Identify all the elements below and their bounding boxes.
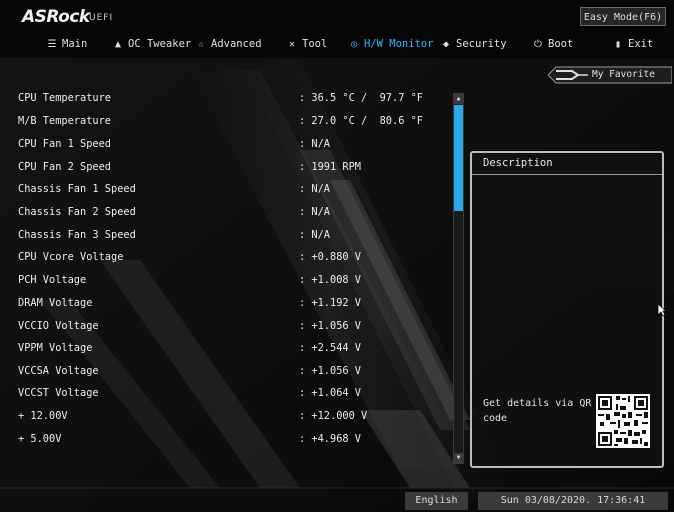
tab-exit[interactable]: ▮ Exit <box>612 34 653 54</box>
tab-label: Security <box>456 38 507 50</box>
item-value: : N/A <box>299 138 330 150</box>
list-item[interactable]: Chassis Fan 2 Speed : N/A <box>0 202 450 222</box>
item-value: : 1991 RPM <box>299 161 361 173</box>
main-tabs: ☰ Main ▲ OC Tweaker ☆ Advanced ✕ Tool ◎ H/W M… <box>0 34 674 54</box>
monitor-icon: ◎ <box>350 39 358 50</box>
top-bar: ASRock UEFI Easy Mode(F6) ☰ Main ▲ OC Twea… <box>0 0 674 64</box>
item-value: : +2.544 V <box>299 342 361 354</box>
list-item[interactable]: CPU Fan 1 Speed : N/A <box>0 134 450 154</box>
tab-label: Boot <box>548 38 574 50</box>
my-favorite-button[interactable]: My Favorite <box>548 66 672 84</box>
item-label: M/B Temperature <box>18 115 111 127</box>
language-button[interactable]: English <box>405 492 468 510</box>
item-value: : +1.056 V <box>299 320 361 332</box>
list-item[interactable]: VPPM Voltage : +2.544 V <box>0 338 450 358</box>
brand-subtitle: UEFI <box>89 13 114 23</box>
tab-label: Tool <box>302 38 328 50</box>
datetime-display: Sun 03/08/2020. 17:36:41 <box>478 492 668 510</box>
description-title: Description <box>483 157 553 169</box>
scrollbar-thumb[interactable] <box>454 105 463 211</box>
list-item[interactable]: Chassis Fan 3 Speed : N/A <box>0 225 450 245</box>
item-label: PCH Voltage <box>18 274 87 286</box>
description-text: Get details via QR code <box>483 398 592 424</box>
item-value: : +1.192 V <box>299 297 361 309</box>
list-item[interactable]: VCCIO Voltage : +1.056 V <box>0 316 450 336</box>
tab-label: Main <box>62 38 88 50</box>
tab-main[interactable]: ☰ Main <box>46 34 88 54</box>
tab-label: Advanced <box>211 38 262 50</box>
item-label: VCCIO Voltage <box>18 320 99 332</box>
mouse-pointer-icon <box>657 303 667 317</box>
list-item[interactable]: VCCSA Voltage : +1.056 V <box>0 361 450 381</box>
power-icon: ⏻ <box>534 39 542 50</box>
list-icon: ☰ <box>47 39 57 50</box>
brand-logo: ASRock <box>22 7 90 27</box>
item-label: Chassis Fan 1 Speed <box>18 183 136 195</box>
tool-icon: ✕ <box>288 39 296 50</box>
list-item[interactable]: + 5.00V : +4.968 V <box>0 429 450 449</box>
item-value: : +0.880 V <box>299 251 361 263</box>
list-item[interactable]: CPU Temperature : 36.5 °C / 97.7 °F <box>0 88 450 108</box>
scroll-up-icon[interactable]: ▲ <box>454 94 463 104</box>
item-value: : +1.008 V <box>299 274 361 286</box>
tab-boot[interactable]: ⏻ Boot <box>532 34 573 54</box>
exit-icon: ▮ <box>614 39 622 50</box>
description-header: Description <box>472 153 662 175</box>
list-scrollbar[interactable]: ▲ ▼ <box>453 93 464 464</box>
item-label: CPU Fan 1 Speed <box>18 138 111 150</box>
item-value: : 36.5 °C / 97.7 °F <box>299 92 423 104</box>
qr-code-icon <box>596 394 650 448</box>
item-label: VCCSA Voltage <box>18 365 99 377</box>
status-bar: English Sun 03/08/2020. 17:36:41 <box>0 488 674 512</box>
item-value: : +4.968 V <box>299 433 361 445</box>
scroll-down-icon[interactable]: ▼ <box>454 453 463 463</box>
tab-label: Exit <box>628 38 654 50</box>
star-icon: ☆ <box>197 39 205 50</box>
tab-advanced[interactable]: ☆ Advanced <box>195 34 262 54</box>
list-item[interactable]: M/B Temperature : 27.0 °C / 80.6 °F <box>0 111 450 131</box>
easy-mode-button[interactable]: Easy Mode(F6) <box>580 7 666 26</box>
list-item[interactable]: + 12.00V : +12.000 V <box>0 406 450 426</box>
item-value: : N/A <box>299 229 330 241</box>
my-favorite-label: My Favorite <box>592 69 655 80</box>
item-label: VCCST Voltage <box>18 387 99 399</box>
description-panel: Description Get details via QR code <box>470 151 664 468</box>
item-label: CPU Fan 2 Speed <box>18 161 111 173</box>
item-value: : +1.056 V <box>299 365 361 377</box>
item-label: Chassis Fan 2 Speed <box>18 206 136 218</box>
tab-label: OC Tweaker <box>128 38 192 50</box>
rocket-icon: ▲ <box>114 39 122 50</box>
list-item[interactable]: Chassis Fan 1 Speed : N/A <box>0 179 450 199</box>
item-value: : +12.000 V <box>299 410 368 422</box>
list-item[interactable]: PCH Voltage : +1.008 V <box>0 270 450 290</box>
item-value: : +1.064 V <box>299 387 361 399</box>
list-item[interactable]: VCCST Voltage : +1.064 V <box>0 383 450 403</box>
list-item[interactable]: CPU Vcore Voltage : +0.880 V <box>0 247 450 267</box>
list-item[interactable]: CPU Fan 2 Speed : 1991 RPM <box>0 157 450 177</box>
tab-tool[interactable]: ✕ Tool <box>286 34 327 54</box>
tab-label: H/W Monitor <box>364 38 434 50</box>
shield-icon: ◆ <box>442 39 450 50</box>
item-label: VPPM Voltage <box>18 342 93 354</box>
tab-security[interactable]: ◆ Security <box>440 34 507 54</box>
item-value: : N/A <box>299 206 330 218</box>
item-value: : 27.0 °C / 80.6 °F <box>299 115 423 127</box>
tab-hw-monitor[interactable]: ◎ H/W Monitor <box>348 34 434 54</box>
item-value: : N/A <box>299 183 330 195</box>
item-label: DRAM Voltage <box>18 297 93 309</box>
item-label: + 5.00V <box>18 433 62 445</box>
item-label: CPU Temperature <box>18 92 111 104</box>
item-label: + 12.00V <box>18 410 68 422</box>
list-item[interactable]: DRAM Voltage : +1.192 V <box>0 293 450 313</box>
item-label: Chassis Fan 3 Speed <box>18 229 136 241</box>
tab-oc-tweaker[interactable]: ▲ OC Tweaker <box>112 34 191 54</box>
item-label: CPU Vcore Voltage <box>18 251 124 263</box>
